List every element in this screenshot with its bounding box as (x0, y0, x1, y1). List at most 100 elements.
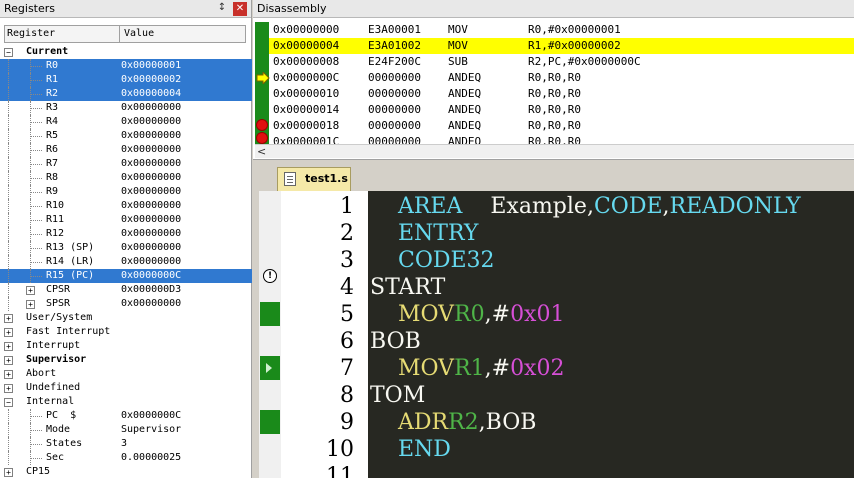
tree-group-abort[interactable]: + Abort (0, 367, 252, 381)
register-value: 0x0000000C (121, 410, 182, 421)
code-line[interactable]: BOB (370, 328, 421, 355)
register-row-r1[interactable]: R1 0x00000002 (0, 73, 252, 87)
col-register-header[interactable]: Register (7, 26, 55, 42)
register-value: 0x00000000 (121, 200, 182, 211)
register-name: SPSR (46, 298, 71, 309)
disassembly-hscrollbar[interactable]: < (255, 144, 854, 158)
code-directive: ENTRY (397, 221, 479, 246)
execution-marker-icon[interactable] (260, 302, 280, 326)
register-row-r11[interactable]: R11 0x00000000 (0, 213, 252, 227)
code-directive: AREA (397, 194, 463, 219)
internal-row-states[interactable]: States 3 (0, 437, 252, 451)
tab-test1-s[interactable]: test1.s (277, 167, 351, 191)
current-line-arrow-icon[interactable] (260, 356, 280, 380)
expand-icon[interactable]: + (4, 384, 13, 393)
code-line[interactable]: MOVR1,#0x02 (370, 355, 564, 382)
register-row-r15-pc[interactable]: R15 (PC) 0x0000000C (0, 269, 252, 283)
tree-line (30, 66, 42, 67)
register-row-r0[interactable]: R0 0x00000001 (0, 59, 252, 73)
expand-icon[interactable]: + (4, 356, 13, 365)
code-line[interactable]: CODE32 (370, 247, 495, 274)
code-line[interactable]: MOVR0,#0x01 (370, 301, 564, 328)
scroll-left-arrow-icon[interactable]: < (257, 145, 266, 159)
expand-icon[interactable]: + (26, 286, 35, 295)
register-name: User/System (26, 312, 93, 323)
tree-group-supervisor[interactable]: + Supervisor (0, 353, 252, 367)
disassembly-row[interactable]: 0x00000018 00000000 ANDEQ R0,R0,R0 (269, 118, 854, 134)
register-row-r10[interactable]: R10 0x00000000 (0, 199, 252, 213)
breakpoint-icon[interactable] (256, 132, 268, 144)
code-line[interactable]: TOM (370, 382, 425, 409)
disasm-operands: R0,R0,R0 (528, 119, 581, 132)
line-number: 8 (340, 383, 354, 408)
disassembly-row[interactable]: 0x00000008 E24F200C SUB R2,PC,#0x0000000C (269, 54, 854, 70)
register-row-r12[interactable]: R12 0x00000000 (0, 227, 252, 241)
tree-group-fast-interrupt[interactable]: + Fast Interrupt (0, 325, 252, 339)
tree-group-user-system[interactable]: + User/System (0, 311, 252, 325)
expand-icon[interactable]: + (4, 314, 13, 323)
code-line[interactable]: START (370, 274, 445, 301)
close-icon[interactable]: ✕ (233, 2, 247, 16)
editor-marker-margin[interactable]: ! (259, 191, 281, 478)
tree-line (8, 283, 9, 297)
register-row-r5[interactable]: R5 0x00000000 (0, 129, 252, 143)
register-value: 0x00000000 (121, 214, 182, 225)
register-name: Abort (26, 368, 57, 379)
register-value: 0x00000001 (121, 60, 182, 71)
code-line[interactable]: AREA Example,CODE,READONLY (370, 193, 801, 220)
register-row-r3[interactable]: R3 0x00000000 (0, 101, 252, 115)
internal-row-mode[interactable]: Mode Supervisor (0, 423, 252, 437)
expand-icon[interactable]: + (4, 468, 13, 477)
execution-marker-icon[interactable] (260, 410, 280, 434)
expand-icon[interactable]: + (4, 328, 13, 337)
register-row-r7[interactable]: R7 0x00000000 (0, 157, 252, 171)
expand-icon[interactable]: + (4, 342, 13, 351)
collapse-icon[interactable]: − (4, 48, 13, 57)
col-value-header[interactable]: Value (119, 26, 154, 42)
disassembly-row[interactable]: 0x00000004 E3A01002 MOV R1,#0x00000002 (269, 38, 854, 54)
disassembly-row[interactable]: 0x00000014 00000000 ANDEQ R0,R0,R0 (269, 102, 854, 118)
internal-row-sec[interactable]: Sec 0.00000025 (0, 451, 252, 465)
tree-group-cp15[interactable]: + CP15 (0, 465, 252, 478)
warning-icon[interactable]: ! (263, 269, 277, 283)
register-row-r13-sp[interactable]: R13 (SP) 0x00000000 (0, 241, 252, 255)
register-row-r14-lr[interactable]: R14 (LR) 0x00000000 (0, 255, 252, 269)
current-pc-arrow-icon (256, 72, 270, 84)
register-row-r2[interactable]: R2 0x00000004 (0, 87, 252, 101)
register-row-spsr[interactable]: + SPSR 0x00000000 (0, 297, 252, 311)
code-separator: , (662, 194, 670, 219)
tree-group-undefined[interactable]: + Undefined (0, 381, 252, 395)
disasm-operands: R0,R0,R0 (528, 103, 581, 116)
tab-label: test1.s (305, 172, 348, 185)
internal-row-pc[interactable]: PC $ 0x0000000C (0, 409, 252, 423)
tree-group-current[interactable]: − Current (0, 45, 252, 59)
register-row-r9[interactable]: R9 0x00000000 (0, 185, 252, 199)
register-row-r4[interactable]: R4 0x00000000 (0, 115, 252, 129)
disassembly-row[interactable]: 0x0000000C 00000000 ANDEQ R0,R0,R0 (269, 70, 854, 86)
code-editor[interactable]: ! 1 2 3 4 5 6 7 8 9 10 11 AREA Example,CODE,READON… (259, 191, 854, 478)
code-line[interactable]: ENTRY (370, 220, 478, 247)
disasm-opcode-hex: 00000000 (368, 71, 421, 84)
collapse-icon[interactable]: − (4, 398, 13, 407)
editor-code[interactable]: AREA Example,CODE,READONLY ENTRY CODE32 S… (368, 191, 854, 478)
tree-group-internal[interactable]: − Internal (0, 395, 252, 409)
tree-group-interrupt[interactable]: + Interrupt (0, 339, 252, 353)
breakpoint-icon[interactable] (256, 119, 268, 131)
code-mnemonic: MOV (397, 302, 455, 327)
code-attribute: READONLY (669, 194, 801, 219)
register-name: Sec (46, 452, 65, 463)
register-row-r8[interactable]: R8 0x00000000 (0, 171, 252, 185)
code-register: R1 (454, 356, 485, 381)
disassembly-row[interactable]: 0x00000000 E3A00001 MOV R0,#0x00000001 (269, 22, 854, 38)
disassembly-row[interactable]: 0x00000010 00000000 ANDEQ R0,R0,R0 (269, 86, 854, 102)
code-line[interactable]: ADRR2,BOB (370, 409, 536, 436)
register-row-cpsr[interactable]: + CPSR 0x000000D3 (0, 283, 252, 297)
expand-icon[interactable]: + (26, 300, 35, 309)
pin-icon[interactable]: ↕ (215, 1, 229, 15)
expand-icon[interactable]: + (4, 370, 13, 379)
register-row-r6[interactable]: R6 0x00000000 (0, 143, 252, 157)
register-value: 0x00000000 (121, 298, 182, 309)
register-name: Current (26, 46, 69, 57)
code-line[interactable]: END (370, 436, 451, 463)
